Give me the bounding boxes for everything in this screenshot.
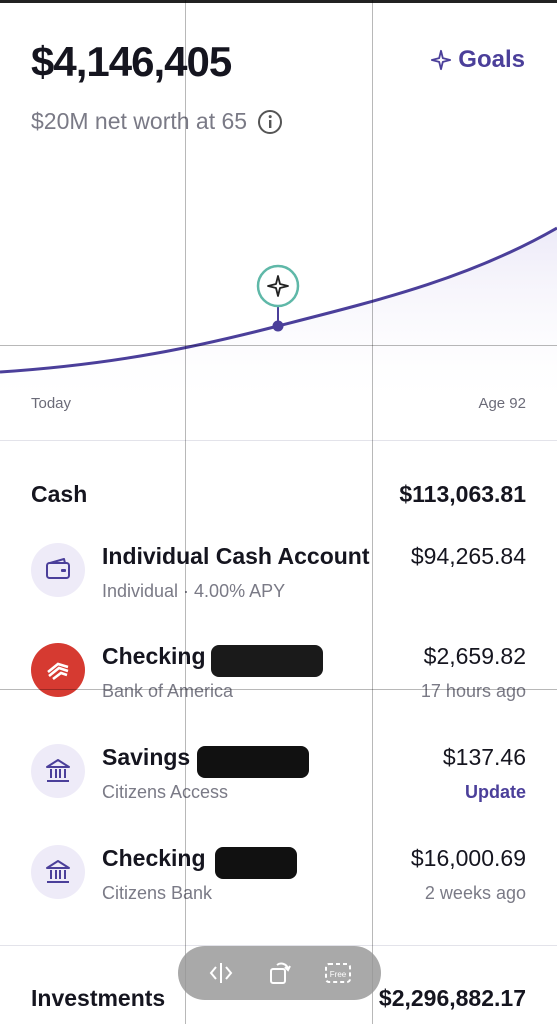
- cash-section-header[interactable]: Cash $113,063.81: [31, 481, 526, 508]
- net-worth-value: $4,146,405: [31, 38, 232, 85]
- chart-start-label: Today: [31, 395, 72, 412]
- account-row-individual-cash[interactable]: Individual Cash Account Individual · 4.0…: [31, 543, 526, 613]
- top-edge-line: [0, 0, 557, 3]
- investments-title: Investments: [31, 985, 166, 1011]
- section-divider: [0, 440, 557, 441]
- account-subtitle: Citizens Bank: [102, 883, 213, 903]
- free-aspect-button[interactable]: Free: [321, 956, 355, 990]
- account-row-checking-citizens[interactable]: Checking Citizens Bank $16,000.69 2 week…: [31, 845, 526, 915]
- bank-icon: [31, 845, 85, 899]
- redacted-account-number: [211, 645, 323, 677]
- account-balance: $137.46: [442, 744, 526, 770]
- account-balance: $2,659.82: [423, 643, 526, 669]
- account-balance: $16,000.69: [410, 845, 526, 871]
- free-aspect-label: Free: [330, 970, 347, 979]
- cash-total: $113,063.81: [399, 481, 526, 507]
- projection-text-row: $20M net worth at 65: [31, 108, 283, 135]
- goal-marker[interactable]: [256, 264, 300, 308]
- grid-overlay-horizontal: [0, 345, 557, 346]
- account-row-savings-citizens[interactable]: Savings Citizens Access $137.46 Update: [31, 744, 526, 814]
- rotate-button[interactable]: [262, 956, 296, 990]
- account-sync-status: 2 weeks ago: [424, 883, 526, 903]
- projection-text: $20M net worth at 65: [31, 108, 248, 134]
- account-subtitle: Bank of America: [102, 681, 234, 701]
- redacted-account-number: [215, 847, 297, 879]
- investments-total: $2,296,882.17: [378, 985, 526, 1011]
- goals-button[interactable]: Goals: [430, 46, 525, 74]
- wallet-icon: [31, 543, 85, 597]
- grid-overlay-horizontal: [0, 689, 557, 690]
- cash-title: Cash: [31, 481, 88, 507]
- update-link[interactable]: Update: [465, 782, 526, 803]
- account-row-checking-boa[interactable]: Checking Bank of America $2,659.82 17 ho…: [31, 643, 526, 713]
- account-subtitle: Individual · 4.00% APY: [102, 581, 286, 601]
- chart-end-label: Age 92: [478, 395, 526, 412]
- sparkle-icon: [431, 49, 452, 71]
- account-name: Savings: [102, 744, 191, 770]
- account-name: Checking: [102, 643, 206, 669]
- rotate-icon: [270, 962, 292, 984]
- flip-icon: [209, 963, 233, 983]
- info-icon[interactable]: [257, 109, 283, 135]
- free-aspect-icon: Free: [324, 963, 351, 983]
- goal-marker-dot: [272, 320, 284, 332]
- account-subtitle: Citizens Access: [102, 782, 229, 802]
- grid-overlay-vertical: [372, 0, 373, 1024]
- account-name: Individual Cash Account: [102, 543, 370, 569]
- bank-icon: [31, 744, 85, 798]
- net-worth-projection-chart: [0, 226, 557, 400]
- goals-label: Goals: [458, 46, 525, 73]
- account-balance: $94,265.84: [410, 543, 526, 569]
- redacted-account-number: [197, 746, 309, 778]
- account-sync-status: 17 hours ago: [420, 681, 526, 701]
- crop-toolbar: Free: [178, 946, 381, 1000]
- flip-horizontal-button[interactable]: [204, 956, 238, 990]
- account-name: Checking: [102, 845, 206, 871]
- grid-overlay-vertical: [185, 0, 186, 1024]
